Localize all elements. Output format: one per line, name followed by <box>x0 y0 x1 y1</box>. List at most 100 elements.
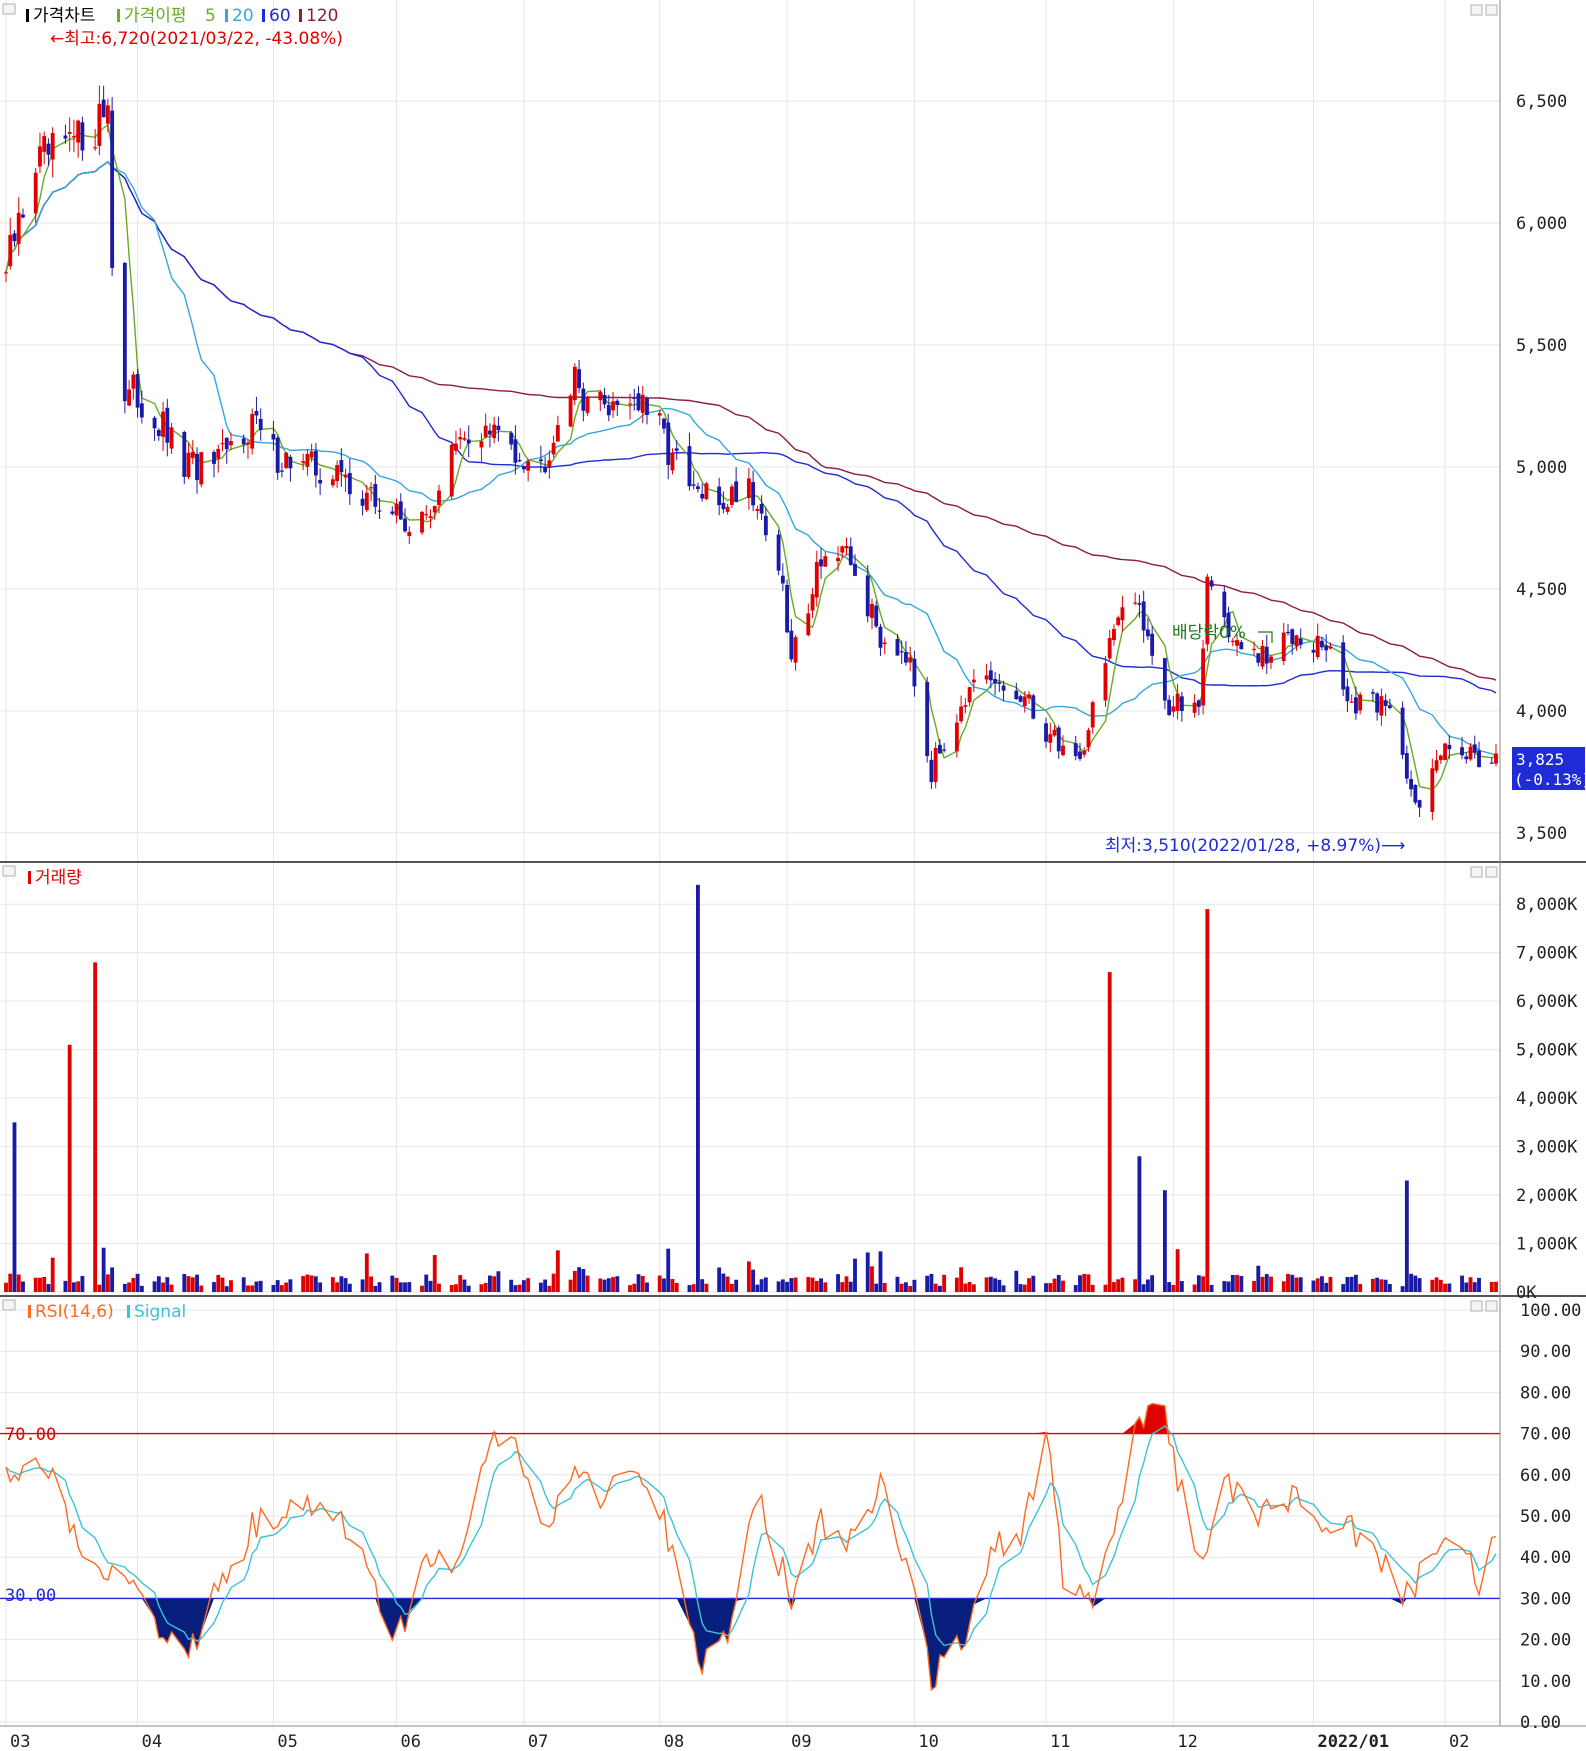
candle-body <box>1286 631 1290 634</box>
volume-bar <box>246 1285 250 1292</box>
candle-body <box>246 442 250 445</box>
volume-bar <box>131 1277 136 1292</box>
candle-body <box>1294 635 1299 647</box>
candle-body <box>4 272 8 274</box>
volume-bar <box>895 1276 900 1292</box>
candle-body <box>640 394 645 413</box>
candle-body <box>216 448 221 459</box>
candle-body <box>521 466 526 470</box>
candle-body <box>1477 750 1481 768</box>
volume-bar <box>250 1285 255 1292</box>
candle-body <box>156 430 161 436</box>
volume-bar <box>449 1285 454 1292</box>
volume-bar <box>1468 1277 1473 1292</box>
candle-body <box>271 434 276 440</box>
candle <box>199 451 204 488</box>
volume-bar <box>169 1284 174 1292</box>
volume-bar <box>1413 1275 1418 1292</box>
x-tick-label: 04 <box>142 1732 162 1751</box>
candle-body <box>38 146 42 167</box>
volume-tick-label: 4,000K <box>1516 1089 1578 1109</box>
legend-rsi: RSI(14,6) <box>35 1302 114 1322</box>
volume-bar <box>1120 1277 1125 1292</box>
candle <box>572 363 577 406</box>
candle-body <box>301 461 306 463</box>
rsi-tick-label: 60.00 <box>1520 1466 1571 1486</box>
volume-bar <box>1133 1279 1138 1292</box>
candle-body <box>432 505 437 513</box>
candle-body <box>190 451 195 459</box>
volume-bar <box>632 1283 637 1292</box>
volume-bar <box>581 1269 586 1292</box>
volume-bar <box>763 1277 768 1292</box>
volume-bar <box>437 1283 441 1292</box>
legend-signal: Signal <box>134 1302 186 1322</box>
volume-bar <box>517 1284 522 1292</box>
volume-bar <box>1494 1281 1498 1292</box>
minimize-icon[interactable] <box>1470 4 1483 16</box>
candle-body <box>1264 646 1269 664</box>
panel-menu-icon[interactable] <box>2 1299 16 1311</box>
volume-bar <box>1370 1278 1375 1292</box>
candle-body <box>186 452 191 478</box>
volume-bar <box>1162 1190 1167 1292</box>
candle <box>122 262 127 414</box>
legend-ma60: 60 <box>269 6 291 26</box>
panel-menu-icon[interactable] <box>2 3 16 15</box>
min-price-annotation: 최저:3,510(2022/01/28, +8.97%)⟶ <box>1105 836 1405 856</box>
candle-body <box>755 509 760 511</box>
candle-body <box>899 651 904 653</box>
candle-body <box>437 490 441 506</box>
candle-body <box>611 401 615 411</box>
candle <box>449 443 454 500</box>
volume-bar <box>403 1282 407 1292</box>
volume-bar <box>806 1277 811 1292</box>
minimize-icon[interactable] <box>1470 866 1483 878</box>
volume-bar <box>878 1251 883 1292</box>
panel-menu-icon[interactable] <box>2 865 16 877</box>
candle-body <box>572 366 577 401</box>
rsi-tick-label: 90.00 <box>1520 1342 1571 1362</box>
volume-bar <box>1112 1282 1116 1292</box>
candle <box>182 430 187 484</box>
close-icon[interactable] <box>1485 1300 1498 1312</box>
volume-bar <box>1434 1277 1439 1292</box>
candle-body <box>1472 744 1477 753</box>
candle-body <box>1260 645 1265 667</box>
rsi-upper-label: 70.00 <box>5 1425 56 1445</box>
volume-bar <box>670 1279 675 1292</box>
volume-bar <box>929 1273 934 1292</box>
candle-body <box>42 136 47 152</box>
close-icon[interactable] <box>1485 866 1498 878</box>
candle-body <box>1379 696 1384 716</box>
volume-bar <box>1358 1283 1363 1292</box>
candle-body <box>135 374 140 408</box>
minimize-icon[interactable] <box>1470 1300 1483 1312</box>
candle-body <box>373 484 378 507</box>
candle-body <box>1375 693 1380 713</box>
volume-bar <box>844 1276 849 1292</box>
volume-bar <box>420 1285 424 1292</box>
volume-axis: 8,000K 7,000K 6,000K 5,000K 4,000K 3,000K 2,00… <box>1516 895 1578 1303</box>
candle-body <box>122 262 127 402</box>
candle-body <box>1252 648 1256 651</box>
candle <box>933 741 938 789</box>
volume-bar <box>636 1274 641 1292</box>
candle-body <box>1290 629 1295 644</box>
candle-body <box>997 682 1002 684</box>
candle-body <box>1345 686 1350 702</box>
legend-ma20: 20 <box>232 6 254 26</box>
close-icon[interactable] <box>1485 4 1498 16</box>
candle-body <box>776 534 781 571</box>
volume-bar <box>4 1282 8 1292</box>
candle-body <box>538 459 543 462</box>
candle-body <box>462 438 467 440</box>
rsi-tick-label: 50.00 <box>1520 1507 1571 1527</box>
volume-bar <box>288 1279 293 1292</box>
candle-body <box>602 395 607 405</box>
candle-body <box>1137 603 1142 605</box>
candle-body <box>933 747 938 782</box>
volume-bar <box>280 1285 284 1292</box>
volume-bar <box>521 1280 526 1292</box>
x-tick-label: 06 <box>401 1732 421 1751</box>
